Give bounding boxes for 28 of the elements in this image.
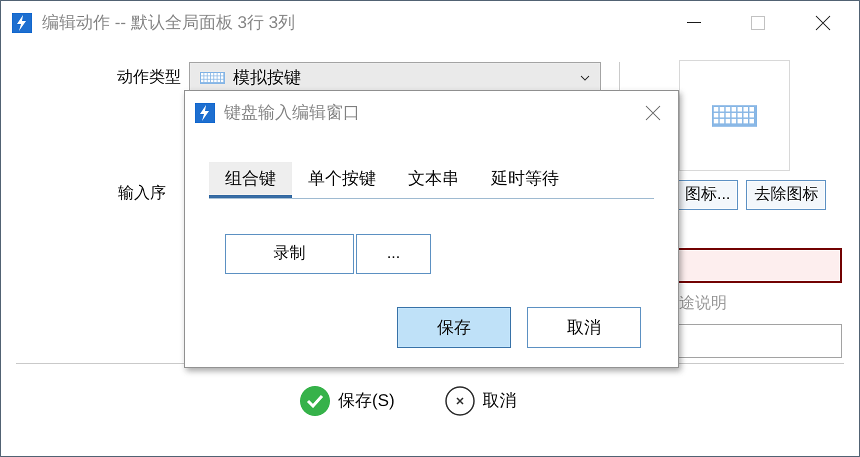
save-button[interactable]: 保存 bbox=[397, 307, 511, 348]
icon-button[interactable]: 图标... bbox=[677, 180, 738, 210]
required-field[interactable] bbox=[677, 248, 842, 283]
lightning-icon bbox=[195, 103, 215, 123]
tab[interactable]: 文本串 bbox=[392, 162, 475, 198]
tab[interactable]: 延时等待 bbox=[475, 162, 575, 198]
cancel-button[interactable]: 取消 bbox=[527, 307, 641, 348]
more-button[interactable]: ... bbox=[356, 234, 431, 274]
check-circle-icon bbox=[300, 386, 330, 416]
description-label: 途说明 bbox=[679, 294, 728, 314]
tab[interactable]: 单个按键 bbox=[292, 162, 392, 198]
description-field[interactable] bbox=[677, 324, 842, 358]
cross-circle-icon bbox=[444, 386, 475, 416]
input-sequence-label: 输入序 bbox=[118, 184, 167, 204]
lightning-icon bbox=[12, 13, 32, 33]
keyboard-icon bbox=[200, 72, 225, 84]
icon-button[interactable]: 去除图标 bbox=[746, 180, 826, 210]
record-button[interactable]: 录制 bbox=[225, 234, 354, 274]
chevron-down-icon bbox=[580, 75, 590, 81]
action-type-label: 动作类型 bbox=[116, 68, 182, 88]
cancel-button[interactable]: 取消 bbox=[444, 386, 517, 416]
save-button[interactable]: 保存(S) bbox=[300, 386, 395, 416]
dialog-title: 键盘输入编辑窗口 bbox=[224, 102, 360, 124]
tab[interactable]: 组合键 bbox=[209, 162, 292, 198]
minimize-icon[interactable] bbox=[687, 22, 701, 24]
keyboard-icon bbox=[712, 104, 757, 126]
close-icon[interactable] bbox=[815, 15, 831, 31]
window-title: 编辑动作 -- 默认全局面板 3行 3列 bbox=[42, 12, 296, 34]
